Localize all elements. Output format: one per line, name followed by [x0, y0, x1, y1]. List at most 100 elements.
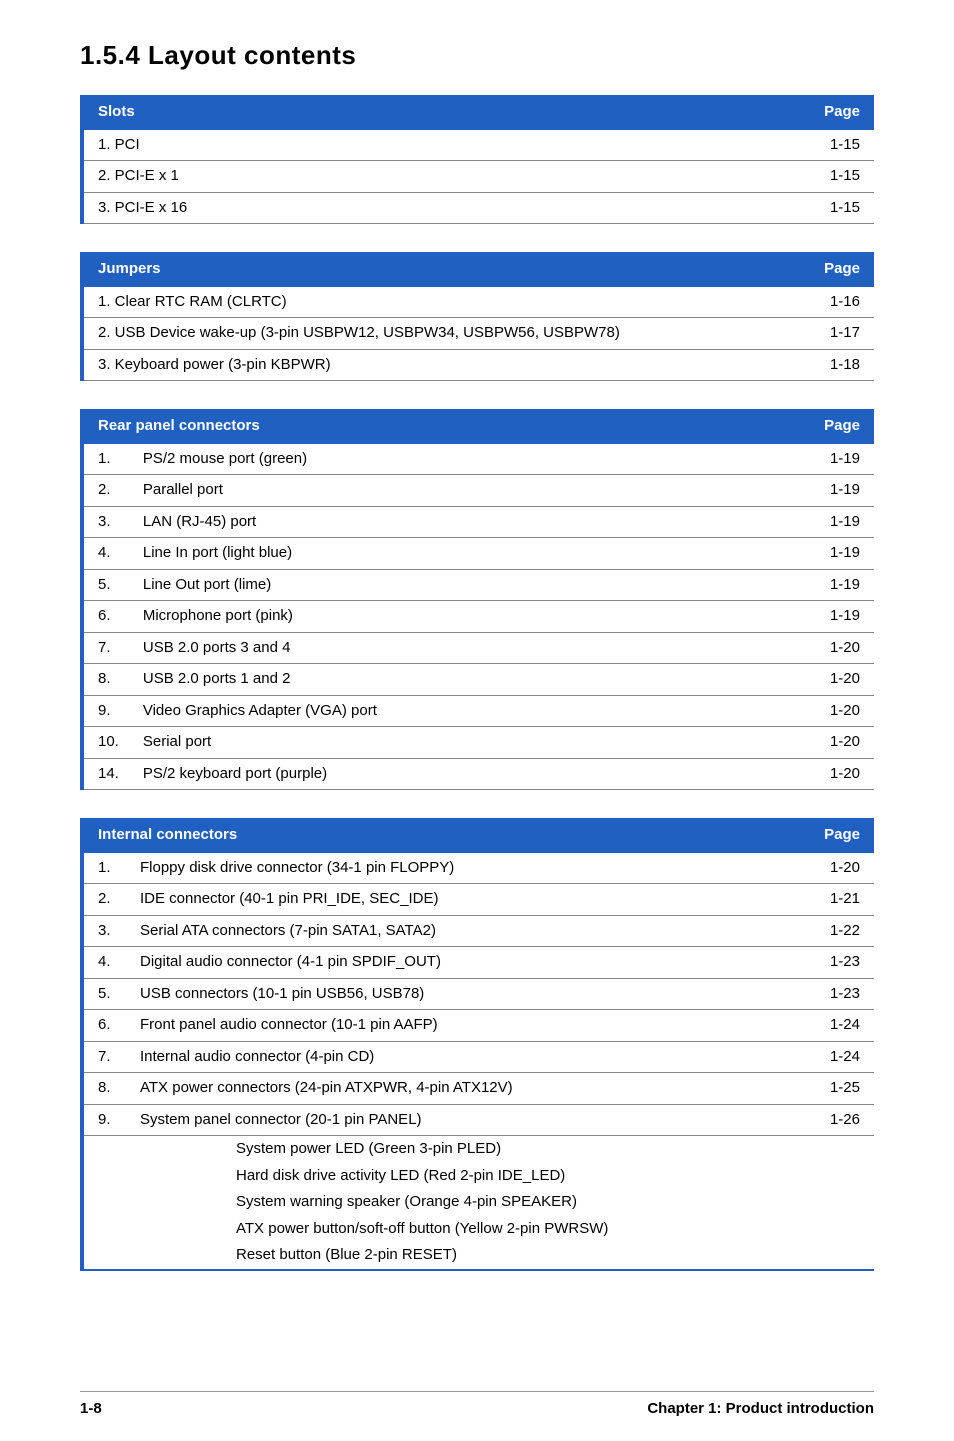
row-num: 8. [82, 1073, 126, 1105]
row-page: 1-24 [804, 1010, 874, 1042]
row-page: 1-20 [804, 664, 874, 696]
table-row: 5.USB connectors (10-1 pin USB56, USB78)… [82, 978, 874, 1010]
table-row: 1. Clear RTC RAM (CLRTC) 1-16 [82, 286, 874, 318]
table-row: 2. USB Device wake-up (3-pin USBPW12, US… [82, 318, 874, 350]
row-num: 8. [82, 664, 129, 696]
sub-item-label: System warning speaker (Orange 4-pin SPE… [126, 1189, 804, 1216]
row-label: USB 2.0 ports 3 and 4 [129, 632, 804, 664]
row-label: USB connectors (10-1 pin USB56, USB78) [126, 978, 804, 1010]
table-row: 9.System panel connector (20-1 pin PANEL… [82, 1104, 874, 1136]
row-num: 2. [82, 884, 126, 916]
slots-header-left: Slots [82, 96, 804, 129]
table-row: 14.PS/2 keyboard port (purple)1-20 [82, 758, 874, 790]
jumpers-table: Jumpers Page 1. Clear RTC RAM (CLRTC) 1-… [80, 252, 874, 381]
table-row: 3. Keyboard power (3-pin KBPWR) 1-18 [82, 349, 874, 381]
table-row: 10.Serial port1-20 [82, 727, 874, 759]
sub-item: System warning speaker (Orange 4-pin SPE… [82, 1189, 874, 1216]
rear-header-left: Rear panel connectors [82, 410, 804, 443]
row-num: 3. [82, 506, 129, 538]
row-page: 1-24 [804, 1041, 874, 1073]
row-label: Line Out port (lime) [129, 569, 804, 601]
row-num: 14. [82, 758, 129, 790]
row-page: 1-22 [804, 915, 874, 947]
row-label: Video Graphics Adapter (VGA) port [129, 695, 804, 727]
rear-panel-table: Rear panel connectors Page 1.PS/2 mouse … [80, 409, 874, 790]
jumper-page: 1-18 [804, 349, 874, 381]
row-label: Microphone port (pink) [129, 601, 804, 633]
table-row: 3.Serial ATA connectors (7-pin SATA1, SA… [82, 915, 874, 947]
row-label: Internal audio connector (4-pin CD) [126, 1041, 804, 1073]
row-num: 1. [82, 443, 129, 475]
internal-connectors-table: Internal connectors Page 1.Floppy disk d… [80, 818, 874, 1271]
row-page: 1-19 [804, 443, 874, 475]
row-label: System panel connector (20-1 pin PANEL) [126, 1104, 804, 1136]
row-label: PS/2 mouse port (green) [129, 443, 804, 475]
row-num: 7. [82, 632, 129, 664]
row-num: 5. [82, 978, 126, 1010]
row-label: Serial port [129, 727, 804, 759]
row-label: Front panel audio connector (10-1 pin AA… [126, 1010, 804, 1042]
table-row: 2. PCI-E x 1 1-15 [82, 161, 874, 193]
slots-table: Slots Page 1. PCI 1-15 2. PCI-E x 1 1-15… [80, 95, 874, 224]
row-label: Parallel port [129, 475, 804, 507]
rear-header-right: Page [804, 410, 874, 443]
table-row: 1. PCI 1-15 [82, 129, 874, 161]
table-row: 8.USB 2.0 ports 1 and 21-20 [82, 664, 874, 696]
row-num: 9. [82, 695, 129, 727]
row-label: Digital audio connector (4-1 pin SPDIF_O… [126, 947, 804, 979]
sub-item: Hard disk drive activity LED (Red 2-pin … [82, 1163, 874, 1190]
row-label: IDE connector (40-1 pin PRI_IDE, SEC_IDE… [126, 884, 804, 916]
footer-chapter-title: Chapter 1: Product introduction [647, 1400, 874, 1417]
row-page: 1-19 [804, 601, 874, 633]
slot-page: 1-15 [804, 192, 874, 224]
sub-item-label: Hard disk drive activity LED (Red 2-pin … [126, 1163, 804, 1190]
jumpers-header-left: Jumpers [82, 253, 804, 286]
slots-header-right: Page [804, 96, 874, 129]
row-label: USB 2.0 ports 1 and 2 [129, 664, 804, 696]
jumper-page: 1-16 [804, 286, 874, 318]
internal-header-left: Internal connectors [82, 819, 804, 852]
row-label: Floppy disk drive connector (34-1 pin FL… [126, 852, 804, 884]
row-page: 1-19 [804, 506, 874, 538]
table-row: 3. PCI-E x 16 1-15 [82, 192, 874, 224]
row-page: 1-20 [804, 632, 874, 664]
row-num: 7. [82, 1041, 126, 1073]
row-page: 1-23 [804, 947, 874, 979]
row-num: 10. [82, 727, 129, 759]
row-num: 1. [82, 852, 126, 884]
table-row: 2.IDE connector (40-1 pin PRI_IDE, SEC_I… [82, 884, 874, 916]
row-label: Line In port (light blue) [129, 538, 804, 570]
table-row: 9.Video Graphics Adapter (VGA) port1-20 [82, 695, 874, 727]
slot-label: 1. PCI [82, 129, 804, 161]
row-page: 1-20 [804, 695, 874, 727]
table-row: 4.Digital audio connector (4-1 pin SPDIF… [82, 947, 874, 979]
sub-item-label: System power LED (Green 3-pin PLED) [126, 1136, 804, 1163]
sub-item: System power LED (Green 3-pin PLED) [82, 1136, 874, 1163]
table-row: 7.USB 2.0 ports 3 and 41-20 [82, 632, 874, 664]
slot-page: 1-15 [804, 129, 874, 161]
jumper-label: 2. USB Device wake-up (3-pin USBPW12, US… [82, 318, 804, 350]
jumper-label: 1. Clear RTC RAM (CLRTC) [82, 286, 804, 318]
row-page: 1-26 [804, 1104, 874, 1136]
table-row: 1.PS/2 mouse port (green)1-19 [82, 443, 874, 475]
row-num: 6. [82, 601, 129, 633]
row-page: 1-20 [804, 852, 874, 884]
row-num: 2. [82, 475, 129, 507]
table-row: 5.Line Out port (lime)1-19 [82, 569, 874, 601]
row-page: 1-23 [804, 978, 874, 1010]
row-label: ATX power connectors (24-pin ATXPWR, 4-p… [126, 1073, 804, 1105]
table-row: 1.Floppy disk drive connector (34-1 pin … [82, 852, 874, 884]
table-row: 3.LAN (RJ-45) port1-19 [82, 506, 874, 538]
footer-page-number: 1-8 [80, 1400, 102, 1417]
jumper-page: 1-17 [804, 318, 874, 350]
row-page: 1-25 [804, 1073, 874, 1105]
sub-item-label: Reset button (Blue 2-pin RESET) [126, 1242, 804, 1270]
slot-page: 1-15 [804, 161, 874, 193]
slot-label: 3. PCI-E x 16 [82, 192, 804, 224]
table-row: 4.Line In port (light blue)1-19 [82, 538, 874, 570]
sub-item-label: ATX power button/soft-off button (Yellow… [126, 1216, 804, 1243]
row-num: 6. [82, 1010, 126, 1042]
row-page: 1-20 [804, 727, 874, 759]
table-row: 6.Front panel audio connector (10-1 pin … [82, 1010, 874, 1042]
row-page: 1-21 [804, 884, 874, 916]
